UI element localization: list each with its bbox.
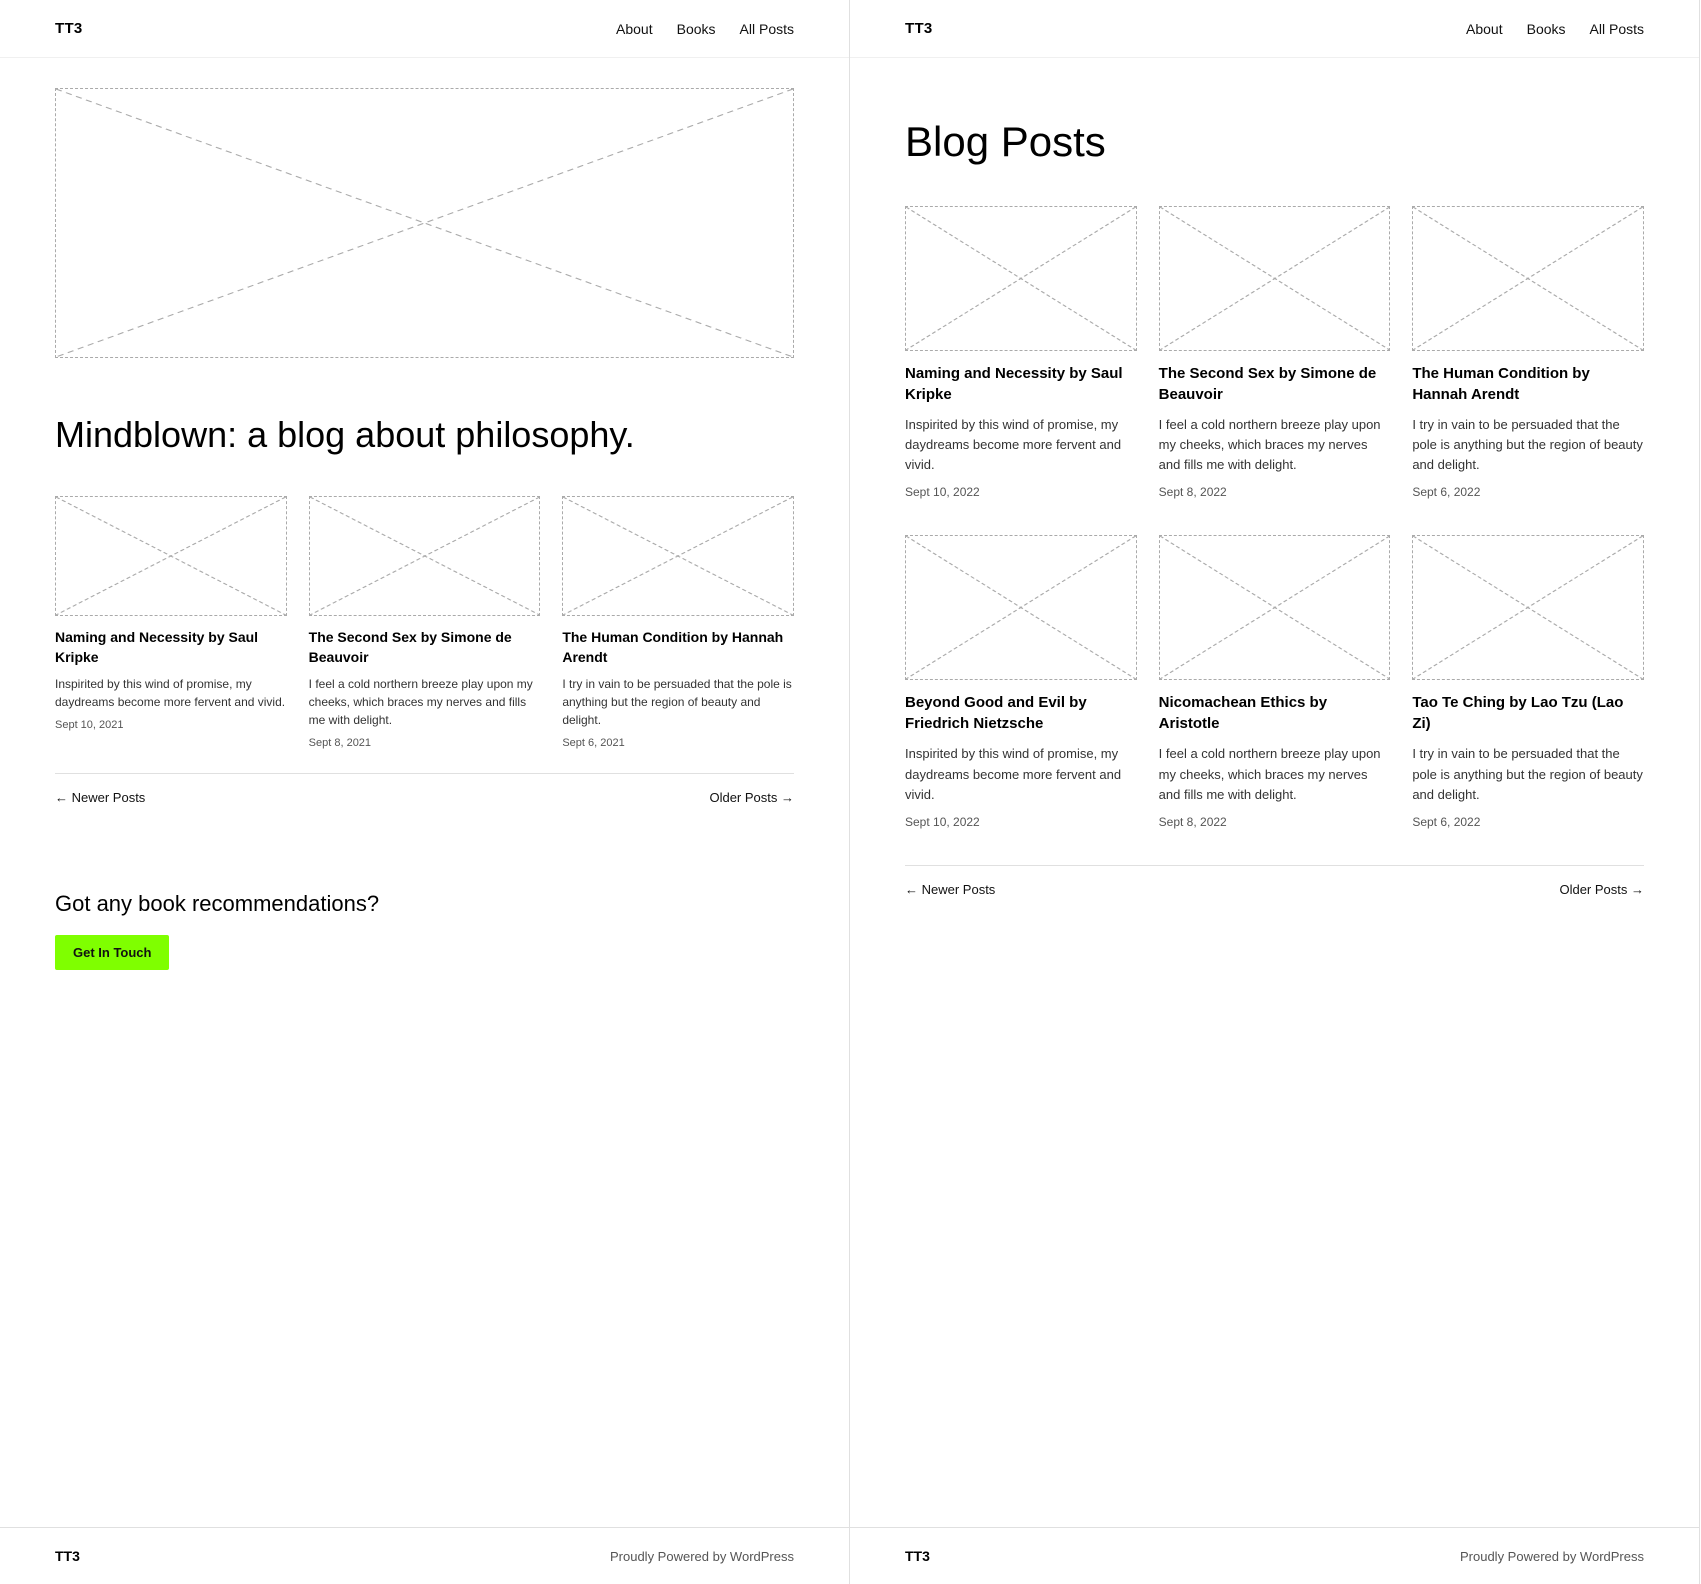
right-post-r1-1: Naming and Necessity by Saul Kripke Insp…	[905, 206, 1137, 499]
left-older-posts[interactable]: Older Posts →	[709, 790, 794, 805]
left-nav-books[interactable]: Books	[677, 21, 716, 37]
left-footer: TT3 Proudly Powered by WordPress	[0, 1527, 849, 1584]
right-nav-about[interactable]: About	[1466, 21, 1503, 37]
right-date-r1-2: Sept 8, 2022	[1159, 485, 1391, 499]
right-excerpt-r1-2: I feel a cold northern breeze play upon …	[1159, 415, 1391, 475]
left-post-title-3: The Human Condition by Hannah Arendt	[562, 628, 794, 667]
right-nav: TT3 About Books All Posts	[850, 0, 1699, 58]
right-title-r2-3: Tao Te Ching by Lao Tzu (Lao Zi)	[1412, 692, 1644, 734]
right-posts-row1: Naming and Necessity by Saul Kripke Insp…	[905, 206, 1644, 499]
right-pagination: ← Newer Posts Older Posts →	[905, 865, 1644, 913]
right-title-r1-1: Naming and Necessity by Saul Kripke	[905, 363, 1137, 405]
right-date-r2-2: Sept 8, 2022	[1159, 815, 1391, 829]
left-post-excerpt-3: I try in vain to be persuaded that the p…	[562, 675, 794, 729]
left-post-date-1: Sept 10, 2021	[55, 719, 287, 731]
right-excerpt-r1-1: Inspirited by this wind of promise, my d…	[905, 415, 1137, 475]
right-footer-credit: Proudly Powered by WordPress	[1460, 1549, 1644, 1564]
right-footer: TT3 Proudly Powered by WordPress	[850, 1527, 1699, 1584]
right-panel: TT3 About Books All Posts Blog Posts Nam…	[850, 0, 1700, 1584]
cta-section: Got any book recommendations? Get In Tou…	[55, 861, 794, 1000]
right-nav-all-posts[interactable]: All Posts	[1590, 21, 1644, 37]
left-post-thumb-3	[562, 496, 794, 616]
right-title-r2-1: Beyond Good and Evil by Friedrich Nietzs…	[905, 692, 1137, 734]
right-logo: TT3	[905, 20, 933, 37]
right-post-r1-3: The Human Condition by Hannah Arendt I t…	[1412, 206, 1644, 499]
right-content: Blog Posts Naming and Necessity by Saul …	[850, 58, 1699, 1527]
right-nav-books[interactable]: Books	[1527, 21, 1566, 37]
left-post-excerpt-2: I feel a cold northern breeze play upon …	[309, 675, 541, 729]
hero-title: Mindblown: a blog about philosophy.	[55, 413, 794, 456]
right-date-r1-3: Sept 6, 2022	[1412, 485, 1644, 499]
left-post-title-2: The Second Sex by Simone de Beauvoir	[309, 628, 541, 667]
left-panel: TT3 About Books All Posts Mindblown: a b…	[0, 0, 850, 1584]
left-content: Mindblown: a blog about philosophy. Nami…	[0, 58, 849, 1527]
right-title-r2-2: Nicomachean Ethics by Aristotle	[1159, 692, 1391, 734]
left-post-thumb-1	[55, 496, 287, 616]
blog-title: Blog Posts	[905, 118, 1644, 166]
left-post-date-3: Sept 6, 2021	[562, 737, 794, 749]
left-logo: TT3	[55, 20, 83, 37]
right-thumb-r2-2	[1159, 535, 1391, 680]
hero-image	[55, 88, 794, 358]
left-nav-all-posts[interactable]: All Posts	[740, 21, 794, 37]
right-posts-row2: Beyond Good and Evil by Friedrich Nietzs…	[905, 535, 1644, 828]
left-nav-about[interactable]: About	[616, 21, 653, 37]
right-thumb-r1-2	[1159, 206, 1391, 351]
left-post-excerpt-1: Inspirited by this wind of promise, my d…	[55, 675, 287, 711]
right-thumb-r2-1	[905, 535, 1137, 680]
right-thumb-r1-3	[1412, 206, 1644, 351]
right-post-r2-2: Nicomachean Ethics by Aristotle I feel a…	[1159, 535, 1391, 828]
left-post-card-2: The Second Sex by Simone de Beauvoir I f…	[309, 496, 541, 749]
right-excerpt-r2-1: Inspirited by this wind of promise, my d…	[905, 744, 1137, 804]
right-post-r1-2: The Second Sex by Simone de Beauvoir I f…	[1159, 206, 1391, 499]
left-posts-grid: Naming and Necessity by Saul Kripke Insp…	[55, 496, 794, 749]
right-date-r1-1: Sept 10, 2022	[905, 485, 1137, 499]
left-footer-logo: TT3	[55, 1548, 80, 1564]
right-post-r2-1: Beyond Good and Evil by Friedrich Nietzs…	[905, 535, 1137, 828]
left-post-title-1: Naming and Necessity by Saul Kripke	[55, 628, 287, 667]
right-excerpt-r2-2: I feel a cold northern breeze play upon …	[1159, 744, 1391, 804]
get-in-touch-button[interactable]: Get In Touch	[55, 935, 169, 970]
left-newer-posts[interactable]: ← Newer Posts	[55, 790, 145, 805]
left-post-date-2: Sept 8, 2021	[309, 737, 541, 749]
right-thumb-r1-1	[905, 206, 1137, 351]
left-pagination: ← Newer Posts Older Posts →	[55, 773, 794, 821]
right-excerpt-r2-3: I try in vain to be persuaded that the p…	[1412, 744, 1644, 804]
right-footer-logo: TT3	[905, 1548, 930, 1564]
left-nav-links: About Books All Posts	[616, 21, 794, 37]
right-nav-links: About Books All Posts	[1466, 21, 1644, 37]
right-date-r2-1: Sept 10, 2022	[905, 815, 1137, 829]
left-nav: TT3 About Books All Posts	[0, 0, 849, 58]
cta-title: Got any book recommendations?	[55, 891, 794, 917]
left-post-card-3: The Human Condition by Hannah Arendt I t…	[562, 496, 794, 749]
right-title-r1-3: The Human Condition by Hannah Arendt	[1412, 363, 1644, 405]
right-thumb-r2-3	[1412, 535, 1644, 680]
left-footer-credit: Proudly Powered by WordPress	[610, 1549, 794, 1564]
right-older-posts[interactable]: Older Posts →	[1559, 882, 1644, 897]
right-date-r2-3: Sept 6, 2022	[1412, 815, 1644, 829]
right-title-r1-2: The Second Sex by Simone de Beauvoir	[1159, 363, 1391, 405]
right-post-r2-3: Tao Te Ching by Lao Tzu (Lao Zi) I try i…	[1412, 535, 1644, 828]
left-post-card-1: Naming and Necessity by Saul Kripke Insp…	[55, 496, 287, 749]
right-excerpt-r1-3: I try in vain to be persuaded that the p…	[1412, 415, 1644, 475]
left-post-thumb-2	[309, 496, 541, 616]
right-newer-posts[interactable]: ← Newer Posts	[905, 882, 995, 897]
